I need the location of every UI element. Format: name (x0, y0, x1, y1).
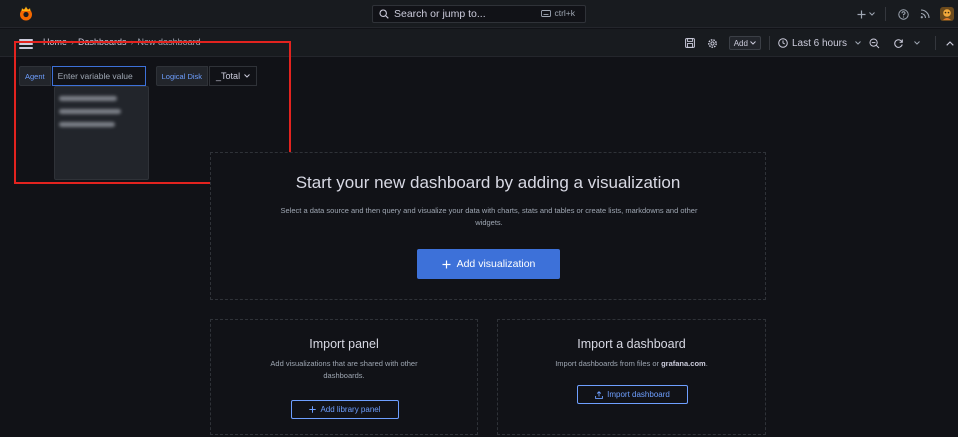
search-icon (379, 9, 389, 19)
breadcrumb-home[interactable]: Home (43, 37, 67, 47)
search-placeholder: Search or jump to... (394, 8, 486, 20)
grafana-com-link[interactable]: grafana.com (661, 359, 706, 368)
empty-state-title: Start your new dashboard by adding a vis… (295, 173, 681, 192)
logical-disk-select[interactable]: _Total (209, 66, 258, 86)
breadcrumb-separator-icon: › (71, 37, 75, 47)
divider (768, 36, 770, 50)
new-menu-button[interactable] (853, 0, 879, 28)
add-library-panel-button[interactable]: Add library panel (291, 400, 399, 419)
top-bar: Search or jump to... ctrl+k (0, 0, 958, 28)
breadcrumb-current: New dashboard (137, 37, 201, 47)
agent-variable-input[interactable] (51, 66, 146, 86)
divider (935, 36, 936, 50)
add-visualization-button[interactable]: Add visualization (417, 249, 560, 279)
user-avatar-icon (940, 7, 954, 21)
import-panel-title: Import panel (309, 337, 379, 351)
chevron-down-icon (914, 41, 920, 45)
add-button-label: Add (733, 38, 748, 48)
time-range-picker[interactable]: Last 6 hours (778, 38, 861, 49)
divider (885, 7, 886, 21)
plus-icon (309, 406, 317, 413)
import-dashboard-label: Import dashboard (607, 390, 670, 399)
import-panel-card: Import panel Add visualizations that are… (210, 319, 478, 435)
menu-line (19, 39, 33, 41)
refresh-icon (893, 38, 903, 48)
import-dashboard-button[interactable]: Import dashboard (577, 385, 688, 404)
breadcrumb: Home › Dashboards › New dashboard (43, 37, 201, 47)
agent-options-dropdown (54, 86, 149, 180)
dropdown-option[interactable] (59, 105, 148, 117)
import-dashboard-card: Import a dashboard Import dashboards fro… (497, 319, 766, 435)
search-shortcut: ctrl+k (541, 8, 575, 18)
keyboard-icon (541, 9, 552, 17)
help-button[interactable] (892, 0, 914, 28)
empty-state-subtitle: Select a data source and then query and … (280, 206, 698, 227)
menu-toggle-button[interactable] (19, 39, 33, 49)
menu-line (19, 47, 33, 49)
gear-icon (708, 38, 718, 48)
save-dashboard-button[interactable] (679, 29, 701, 57)
add-button[interactable]: Add (728, 36, 761, 50)
logical-disk-value: _Total (216, 71, 241, 81)
dashboard-toolbar: Home › Dashboards › New dashboard Add La… (0, 29, 958, 57)
add-library-panel-label: Add library panel (320, 405, 381, 414)
zoom-out-button[interactable] (861, 29, 887, 57)
menu-line (19, 43, 33, 45)
chevron-down-icon (869, 12, 875, 16)
search-shortcut-label: ctrl+k (554, 8, 575, 18)
toolbar-actions: Add Last 6 hours (679, 29, 958, 57)
import-dashboard-subtitle-end: . (705, 359, 708, 368)
import-panel-subtitle: Add visualizations that are shared with … (270, 359, 418, 380)
zoom-out-icon (869, 38, 879, 48)
chevron-up-icon (946, 40, 954, 46)
help-icon (897, 8, 909, 20)
time-range-label: Last 6 hours (791, 37, 847, 49)
import-dashboard-subtitle-text: Import dashboards from files or (555, 359, 662, 368)
collapse-toolbar-button[interactable] (942, 29, 958, 57)
redacted-option-label (59, 108, 121, 114)
upload-icon (595, 390, 603, 399)
add-visualization-label: Add visualization (456, 258, 536, 270)
refresh-interval-button[interactable] (909, 29, 925, 57)
variable-label-logical-disk: Logical Disk (155, 66, 209, 86)
news-button[interactable] (914, 0, 936, 28)
breadcrumb-separator-icon: › (130, 37, 134, 47)
chevron-down-icon (750, 41, 756, 45)
dropdown-option[interactable] (59, 92, 148, 104)
redacted-option-label (59, 95, 117, 101)
clock-icon (778, 38, 788, 48)
import-dashboard-title: Import a dashboard (577, 337, 686, 351)
dropdown-option[interactable] (59, 118, 148, 130)
refresh-button[interactable] (887, 29, 909, 57)
plus-icon (442, 260, 451, 268)
rss-icon (920, 9, 930, 19)
dashboard-settings-button[interactable] (701, 29, 725, 57)
grafana-logo-icon[interactable] (18, 5, 34, 22)
search-input[interactable]: Search or jump to... ctrl+k (372, 5, 586, 23)
plus-icon (857, 10, 866, 18)
import-dashboard-subtitle: Import dashboards from files or grafana.… (518, 358, 745, 370)
save-icon (684, 38, 695, 48)
chevron-down-icon (244, 74, 250, 78)
empty-dashboard-panel: Start your new dashboard by adding a vis… (210, 152, 766, 300)
breadcrumb-dashboards[interactable]: Dashboards (78, 37, 127, 47)
variables-bar: Agent Logical Disk _Total (19, 66, 258, 86)
variable-label-agent: Agent (19, 66, 51, 86)
redacted-option-label (59, 121, 115, 127)
avatar[interactable] (936, 0, 958, 28)
top-bar-actions (853, 0, 958, 28)
